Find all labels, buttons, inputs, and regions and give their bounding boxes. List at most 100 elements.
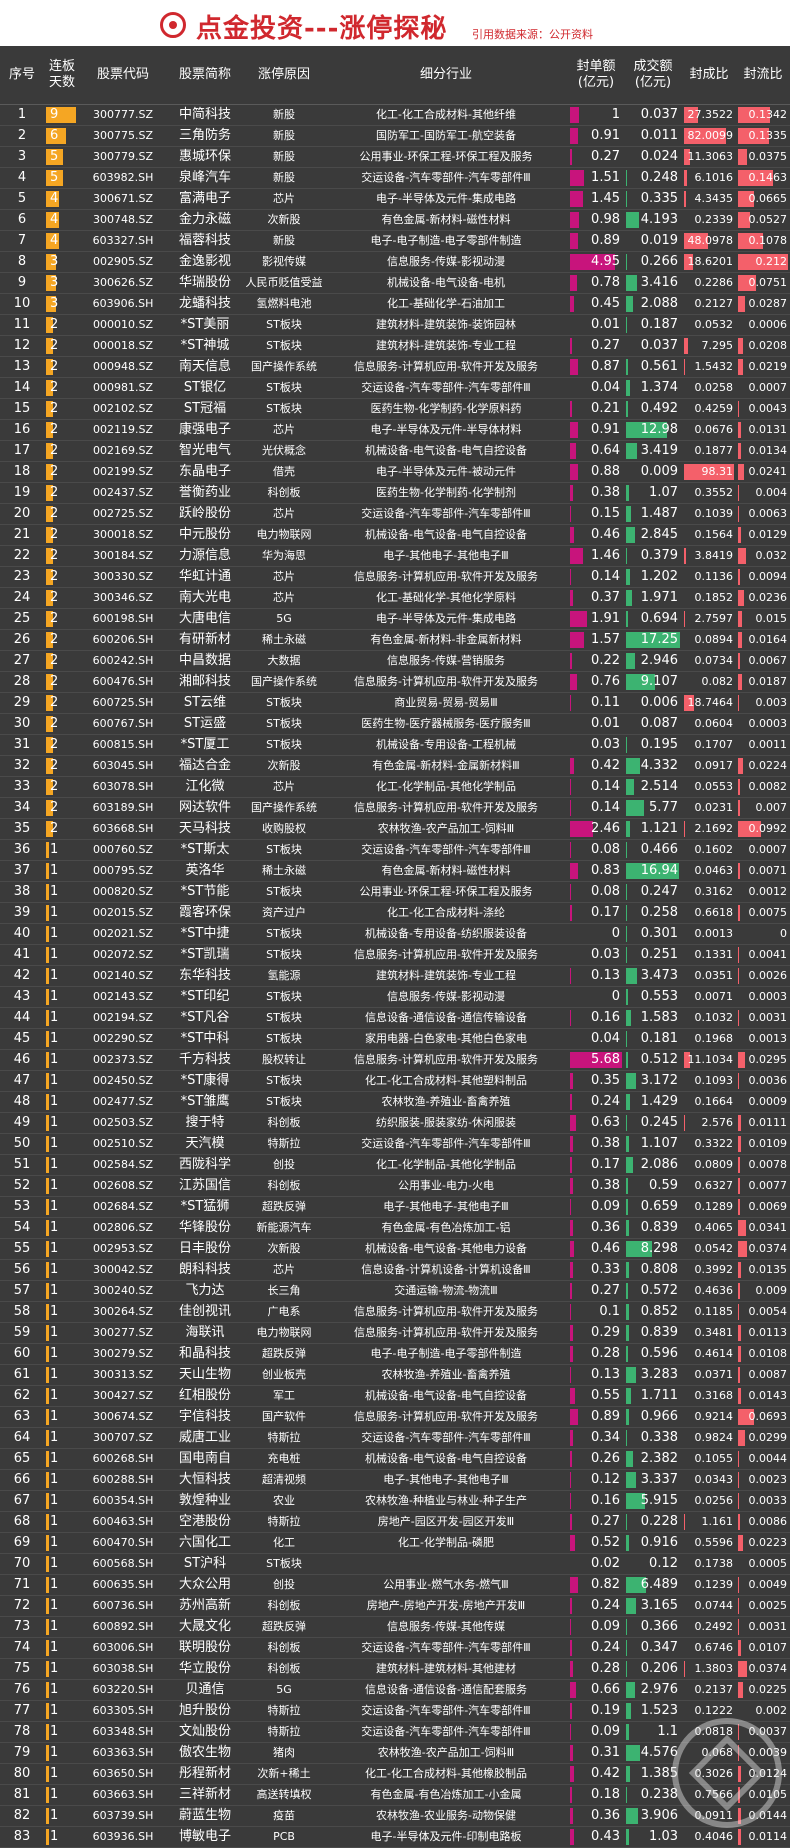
turnover-bar <box>626 968 637 984</box>
consecutive-days: 1 <box>44 903 80 923</box>
consecutive-days-bar <box>46 947 49 963</box>
turnover-bar <box>626 548 627 564</box>
row-number: 29 <box>13 695 31 710</box>
industry: 化工-化工合成材料-其他橡胶制品 <box>365 1767 527 1780</box>
stock-code: 300018.SZ <box>92 528 153 541</box>
seal-float-ratio: 0.0992 <box>736 819 790 839</box>
seal-amount-bar <box>570 611 587 627</box>
limit-up-reason: 科创板 <box>267 1599 301 1612</box>
turnover-bar <box>626 359 628 375</box>
limit-up-reason: 充电桩 <box>267 1452 301 1465</box>
limit-up-reason: 大数据 <box>267 654 301 667</box>
table-row: 66 600288.SH 大恒科技 超清视频 电子-其他电子-其他电子Ⅲ 1 0.12 3.3… <box>0 1470 790 1491</box>
industry: 电子-半导体及元件-集成电路 <box>376 612 516 625</box>
turnover-bar <box>626 1367 636 1383</box>
table-row: 71 600635.SH 大众公用 创投 公用事业-燃气水务-燃气Ⅲ 1 0.82 6.489… <box>0 1575 790 1596</box>
stock-code: 300707.SZ <box>92 1431 153 1444</box>
seal-amount-value: 0.24 <box>591 1640 620 1655</box>
table-row: 72 600736.SH 苏州高新 科创板 房地产-房地产开发-房地产开发Ⅲ 1 0.24 3… <box>0 1596 790 1617</box>
seal-amount: 0.27 <box>568 147 624 167</box>
row-number: 31 <box>13 737 31 752</box>
seal-amount: 5.68 <box>568 1050 624 1070</box>
page-header: 点金投资---涨停探秘 引用数据来源：公开资料 <box>0 0 790 46</box>
stock-code: 002169.SZ <box>92 444 153 457</box>
seal-turnover-ratio: 0.0231 <box>682 798 736 818</box>
seal-amount: 0.82 <box>568 1575 624 1595</box>
stock-name: 东晶电子 <box>178 464 231 479</box>
seal-amount-bar <box>570 401 572 417</box>
consecutive-days-value: 1 <box>50 1514 59 1529</box>
turnover: 2.976 <box>624 1680 682 1700</box>
consecutive-days: 1 <box>44 1617 80 1637</box>
consecutive-days: 1 <box>44 882 80 902</box>
turnover: 1.523 <box>624 1701 682 1721</box>
row-number: 75 <box>13 1661 31 1676</box>
industry: 机械设备-电气设备-电气自控设备 <box>365 1389 527 1402</box>
seal-float-ratio: 0.0164 <box>736 630 790 650</box>
seal-float-ratio-bar <box>738 443 741 459</box>
stock-name: 天山生物 <box>178 1367 231 1382</box>
turnover: 3.473 <box>624 966 682 986</box>
seal-amount-value: 0.27 <box>591 338 620 353</box>
seal-amount-value: 0 <box>611 989 620 1004</box>
seal-amount-bar <box>570 905 572 921</box>
seal-amount-value: 0.88 <box>591 464 620 479</box>
seal-turnover-ratio-bar <box>684 611 685 627</box>
industry: 农林牧渔-养殖业-畜禽养殖 <box>381 1095 511 1108</box>
row-number: 70 <box>13 1556 31 1571</box>
seal-amount: 0.09 <box>568 1617 624 1637</box>
consecutive-days-value: 1 <box>50 1703 59 1718</box>
seal-turnover-ratio: 0.0532 <box>682 315 736 335</box>
seal-turnover-ratio-value: 27.3522 <box>687 108 734 121</box>
consecutive-days-value: 1 <box>50 968 59 983</box>
consecutive-days-value: 1 <box>50 1766 59 1781</box>
seal-turnover-ratio-value: 0.0231 <box>694 801 734 814</box>
seal-float-ratio: 0.0131 <box>736 420 790 440</box>
consecutive-days-value: 2 <box>50 611 59 626</box>
consecutive-days-value: 1 <box>50 1472 59 1487</box>
consecutive-days-bar <box>46 1157 49 1173</box>
turnover-bar <box>626 317 627 333</box>
limit-up-reason: 芯片 <box>273 192 295 205</box>
table-body: 1 300777.SZ 中简科技 新股 化工-化工合成材料-其他纤维 9 1 0.037 27.… <box>0 105 790 1848</box>
limit-up-reason: 5G <box>276 1683 292 1696</box>
seal-float-ratio-value: 0.0665 <box>748 192 788 205</box>
seal-turnover-ratio: 0.1039 <box>682 504 736 524</box>
consecutive-days: 1 <box>44 1008 80 1028</box>
seal-amount-bar <box>570 296 574 312</box>
consecutive-days-bar <box>46 1073 49 1089</box>
turnover: 0.206 <box>624 1659 682 1679</box>
seal-amount-value: 0.27 <box>591 1514 620 1529</box>
industry: 商业贸易-贸易-贸易Ⅲ <box>394 696 498 709</box>
limit-up-reason: ST板块 <box>266 696 302 709</box>
table-row: 45 002290.SZ *ST中科 ST板块 家用电器-白色家电-其他白色家电 1 0.0… <box>0 1029 790 1050</box>
seal-float-ratio: 0.0069 <box>736 1197 790 1217</box>
seal-float-ratio-value: 0.0086 <box>748 1515 788 1528</box>
turnover: 0.195 <box>624 735 682 755</box>
seal-amount: 0.1 <box>568 1302 624 1322</box>
seal-float-ratio: 0.0075 <box>736 903 790 923</box>
limit-up-reason: 国产操作系统 <box>251 801 317 814</box>
table-row: 56 300042.SZ 朗科科技 芯片 信息设备-计算机设备-计算机设备Ⅲ 1 0.33 0… <box>0 1260 790 1281</box>
seal-amount: 0.14 <box>568 777 624 797</box>
turnover-bar <box>626 275 637 291</box>
seal-float-ratio: 0.0129 <box>736 525 790 545</box>
consecutive-days: 1 <box>44 1092 80 1112</box>
stock-name: *ST中捷 <box>180 926 230 941</box>
stock-code: 603220.SH <box>92 1683 154 1696</box>
consecutive-days-value: 1 <box>50 1493 59 1508</box>
turnover-value: 3.172 <box>640 1073 678 1088</box>
seal-float-ratio: 0.0007 <box>736 840 790 860</box>
consecutive-days: 3 <box>44 252 80 272</box>
row-number: 78 <box>13 1724 31 1739</box>
seal-amount-bar <box>570 170 584 186</box>
consecutive-days-value: 2 <box>50 401 59 416</box>
consecutive-days: 1 <box>44 1764 80 1784</box>
consecutive-days: 1 <box>44 1281 80 1301</box>
seal-turnover-ratio: 1.161 <box>682 1512 736 1532</box>
consecutive-days-value: 1 <box>50 1346 59 1361</box>
turnover-bar <box>626 1325 629 1341</box>
turnover-bar <box>626 1745 640 1761</box>
table-row: 25 600198.SH 大唐电信 5G 电子-半导体及元件-集成电路 2 1.91 0.69… <box>0 609 790 630</box>
seal-amount-value: 0.09 <box>591 1619 620 1634</box>
